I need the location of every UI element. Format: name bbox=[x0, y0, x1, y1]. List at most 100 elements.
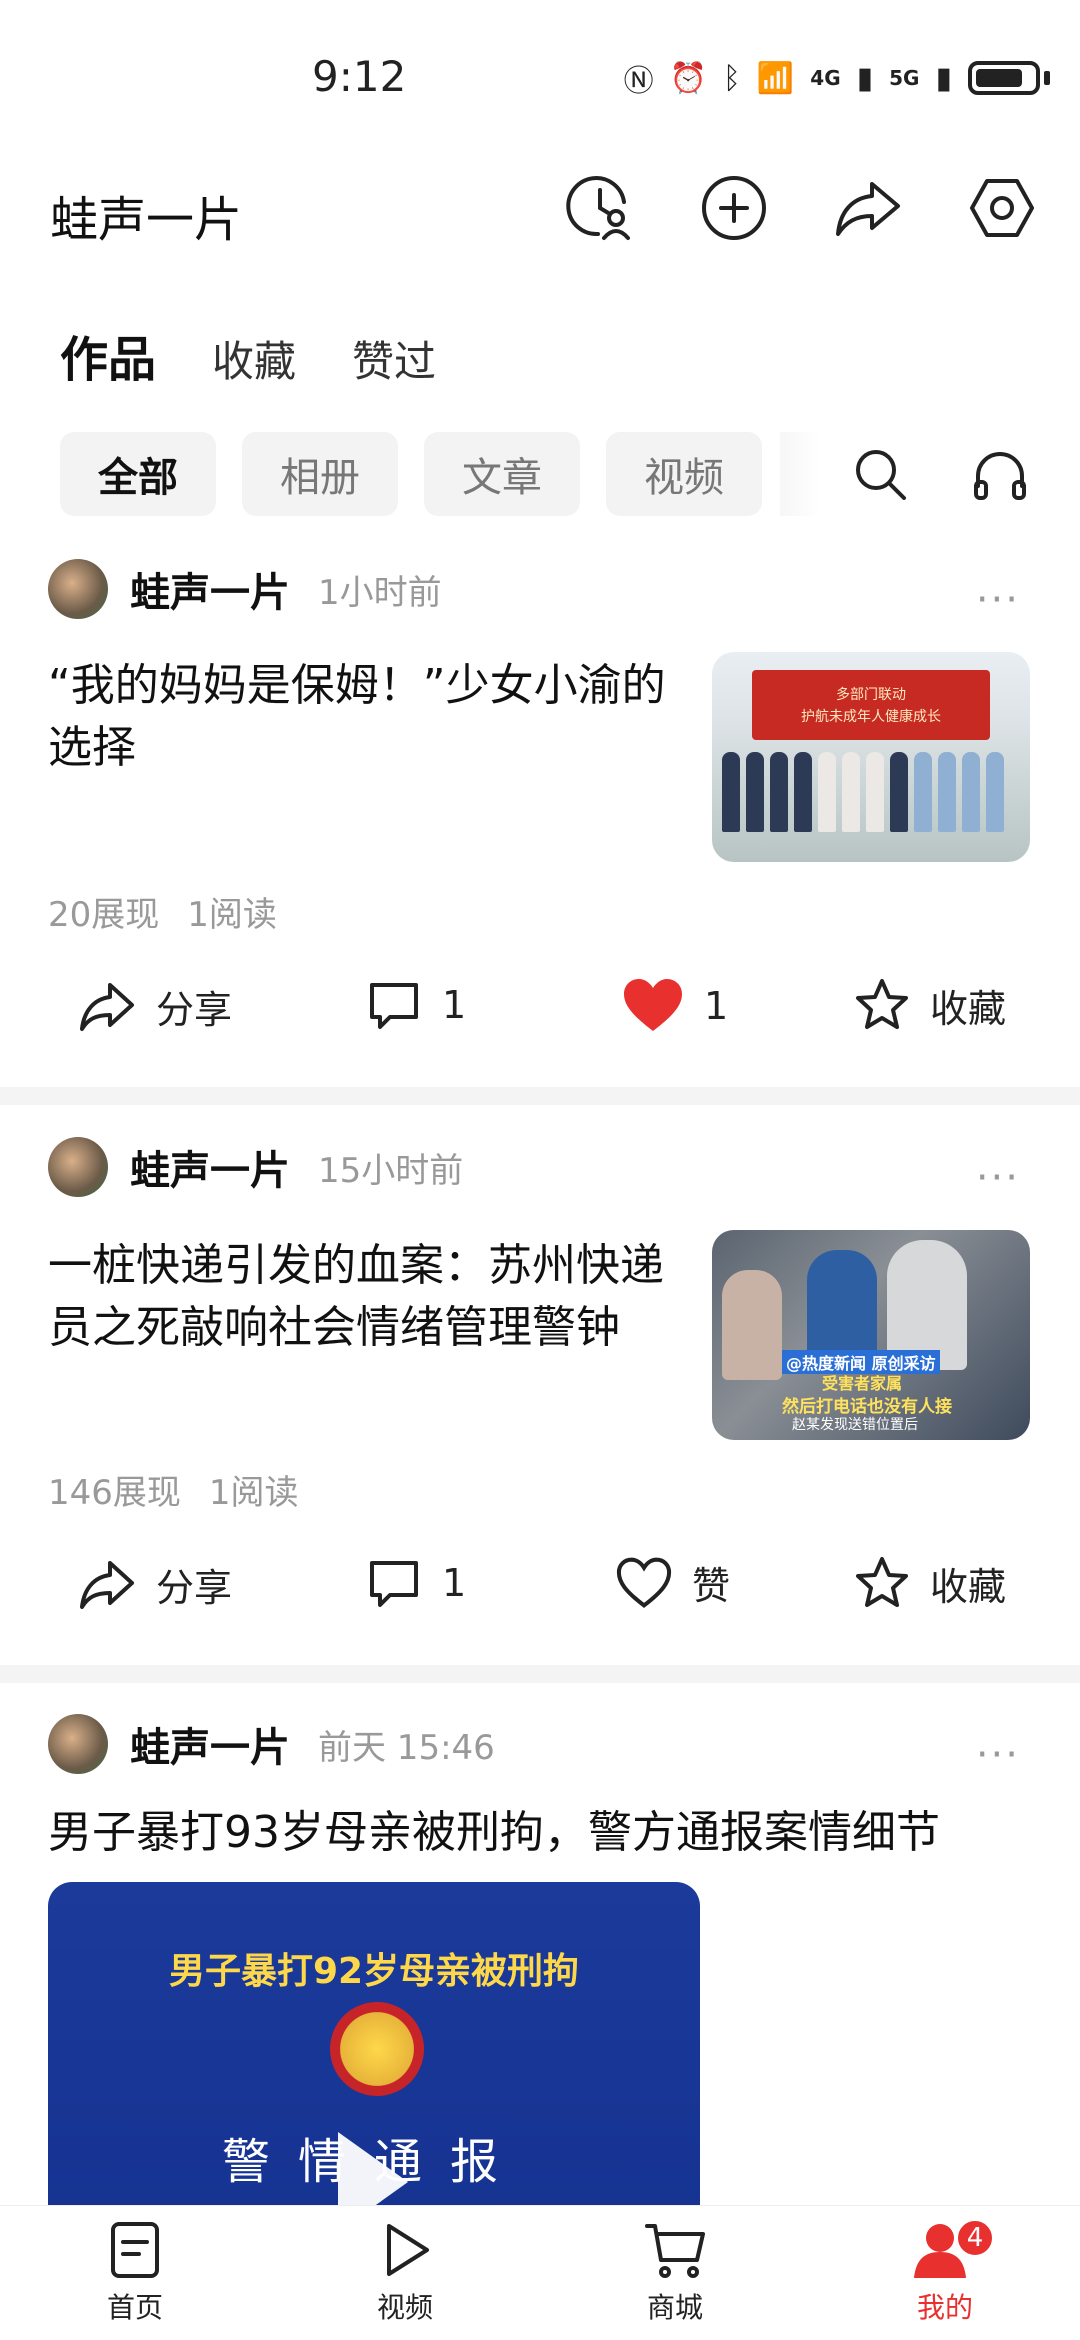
thumbnail-banner: 多部门联动 护航未成年人健康成长 bbox=[752, 670, 990, 740]
share-icon[interactable] bbox=[830, 170, 906, 246]
headphones-icon[interactable] bbox=[960, 432, 1040, 516]
play-icon bbox=[387, 2224, 429, 2276]
filter-tools bbox=[840, 432, 1040, 516]
share-label: 分享 bbox=[156, 987, 233, 1032]
post-title[interactable]: 男子暴打93岁母亲被刑拘，警方通报案情细节 bbox=[48, 1802, 1048, 1864]
post-stats: 20展现 1阅读 bbox=[48, 887, 277, 936]
collect-button[interactable]: 收藏 bbox=[854, 1555, 1006, 1611]
like-button[interactable]: 赞 bbox=[616, 1555, 730, 1610]
nav-home-label: 首页 bbox=[106, 2291, 163, 2324]
avatar[interactable] bbox=[48, 1137, 108, 1197]
more-icon[interactable]: ··· bbox=[976, 1732, 1020, 1778]
bluetooth-icon: ᛒ bbox=[722, 60, 741, 96]
status-icons: Ⓝ ⏰ ᛒ 📶 4G ▮ 5G ▮ bbox=[624, 56, 1050, 100]
post-card[interactable]: 蛙声一片 15小时前 ··· 一桩快递引发的血案：苏州快递员之死敲响社会情绪管理… bbox=[0, 1135, 1080, 1665]
notification-badge: 4 bbox=[955, 2218, 995, 2258]
post-card[interactable]: 蛙声一片 前天 15:46 ··· 男子暴打93岁母亲被刑拘，警方通报案情细节 … bbox=[0, 1712, 1080, 2212]
visitor-icon[interactable] bbox=[562, 170, 638, 246]
cart-icon bbox=[645, 2224, 705, 2278]
post-header: 蛙声一片 15小时前 bbox=[48, 1135, 463, 1199]
thumbnail-text: 多部门联动 bbox=[836, 687, 906, 703]
battery-tip bbox=[1044, 71, 1050, 85]
battery-icon bbox=[968, 61, 1040, 95]
collect-label: 收藏 bbox=[930, 1564, 1007, 1609]
bottom-nav: 首页 视频 商城 4 我的 bbox=[0, 2205, 1080, 2340]
author-name[interactable]: 蛙声一片 bbox=[130, 1138, 290, 1196]
views-count: 146展现 bbox=[48, 1473, 181, 1513]
page-title: 蛙声一片 bbox=[50, 192, 243, 248]
divider bbox=[0, 1087, 1080, 1105]
video-thumbnail[interactable]: 男子暴打92岁母亲被刑拘 警情通报 bbox=[48, 1882, 700, 2212]
filter-chips: 全部 相册 文章 视频 bbox=[60, 432, 762, 516]
status-bar: 9:12 Ⓝ ⏰ ᛒ 📶 4G ▮ 5G ▮ bbox=[0, 0, 1080, 150]
thumbnail-headline: 男子暴打92岁母亲被刑拘 bbox=[168, 1951, 580, 1992]
nav-profile[interactable]: 4 我的 bbox=[875, 2218, 1015, 2326]
signal-icon: ▮ bbox=[856, 60, 874, 96]
nav-home[interactable]: 首页 bbox=[65, 2220, 205, 2326]
wifi-icon: 📶 bbox=[756, 60, 795, 96]
nav-mall[interactable]: 商城 bbox=[605, 2220, 745, 2326]
status-time: 9:12 bbox=[312, 52, 407, 101]
tab-works[interactable]: 作品 bbox=[60, 320, 156, 390]
post-header: 蛙声一片 1小时前 bbox=[48, 557, 442, 621]
post-time: 15小时前 bbox=[318, 1150, 464, 1191]
comment-button[interactable]: 1 bbox=[366, 1555, 466, 1611]
content-tabs: 作品 收藏 赞过 bbox=[60, 320, 436, 390]
alarm-icon: ⏰ bbox=[669, 60, 707, 96]
chip-scroll-fade bbox=[780, 432, 820, 516]
nav-video[interactable]: 视频 bbox=[335, 2220, 475, 2326]
play-icon[interactable] bbox=[338, 2132, 408, 2212]
more-icon[interactable]: ··· bbox=[976, 1155, 1020, 1201]
comment-count: 1 bbox=[442, 983, 467, 1027]
thumbnail-figure bbox=[722, 1270, 782, 1380]
post-thumbnail[interactable]: @热度新闻 原创采访 受害者家属 然后打电话也没有人接 赵某发现送错位置后 bbox=[712, 1230, 1030, 1440]
post-title[interactable]: 一桩快递引发的血案：苏州快递员之死敲响社会情绪管理警钟 bbox=[48, 1235, 688, 1359]
header-actions bbox=[562, 170, 1040, 246]
signal-5g-label: 5G bbox=[889, 66, 920, 90]
thumbnail-text: 赵某发现送错位置后 bbox=[792, 1417, 918, 1433]
profile-header: 蛙声一片 bbox=[0, 160, 1080, 260]
post-time: 前天 15:46 bbox=[318, 1727, 495, 1768]
avatar[interactable] bbox=[48, 559, 108, 619]
filter-video[interactable]: 视频 bbox=[606, 432, 762, 516]
author-name[interactable]: 蛙声一片 bbox=[130, 560, 290, 618]
post-thumbnail[interactable]: 多部门联动 护航未成年人健康成长 bbox=[712, 652, 1030, 862]
emblem-icon bbox=[330, 2002, 424, 2096]
comment-count: 1 bbox=[442, 1561, 467, 1605]
add-icon[interactable] bbox=[696, 170, 772, 246]
avatar[interactable] bbox=[48, 1714, 108, 1774]
post-actions: 分享 1 1 收藏 bbox=[0, 977, 1080, 1057]
collect-button[interactable]: 收藏 bbox=[854, 977, 1006, 1033]
post-card[interactable]: 蛙声一片 1小时前 ··· “我的妈妈是保姆！”少女小渝的选择 多部门联动 护航… bbox=[0, 557, 1080, 1087]
like-label: 赞 bbox=[692, 1564, 731, 1608]
thumbnail-text: 受害者家属 bbox=[822, 1374, 903, 1393]
tab-collections[interactable]: 收藏 bbox=[212, 328, 296, 389]
post-title[interactable]: “我的妈妈是保姆！”少女小渝的选择 bbox=[48, 655, 678, 779]
more-icon[interactable]: ··· bbox=[976, 577, 1020, 623]
nav-mall-label: 商城 bbox=[646, 2291, 703, 2324]
views-count: 20展现 bbox=[48, 895, 160, 935]
like-count: 1 bbox=[704, 984, 729, 1028]
reads-count: 1阅读 bbox=[187, 895, 277, 935]
author-name[interactable]: 蛙声一片 bbox=[130, 1715, 290, 1773]
nfc-icon: Ⓝ bbox=[623, 64, 654, 99]
share-button[interactable]: 分享 bbox=[78, 1555, 232, 1613]
post-stats: 146展现 1阅读 bbox=[48, 1465, 299, 1514]
search-icon[interactable] bbox=[840, 432, 920, 516]
tab-liked[interactable]: 赞过 bbox=[352, 328, 436, 389]
reads-count: 1阅读 bbox=[208, 1473, 299, 1513]
filter-article[interactable]: 文章 bbox=[424, 432, 580, 516]
thumbnail-text: 护航未成年人健康成长 bbox=[801, 709, 941, 725]
share-button[interactable]: 分享 bbox=[78, 977, 232, 1035]
post-time: 1小时前 bbox=[318, 572, 442, 613]
comment-button[interactable]: 1 bbox=[366, 977, 466, 1033]
nav-video-label: 视频 bbox=[376, 2291, 433, 2324]
share-label: 分享 bbox=[156, 1565, 233, 1610]
home-doc-icon bbox=[111, 2222, 159, 2278]
filter-all[interactable]: 全部 bbox=[60, 432, 216, 516]
filter-album[interactable]: 相册 bbox=[242, 432, 398, 516]
settings-icon[interactable] bbox=[964, 170, 1040, 246]
nav-profile-label: 我的 bbox=[916, 2291, 973, 2324]
divider bbox=[0, 1665, 1080, 1683]
like-button[interactable]: 1 bbox=[622, 977, 728, 1035]
